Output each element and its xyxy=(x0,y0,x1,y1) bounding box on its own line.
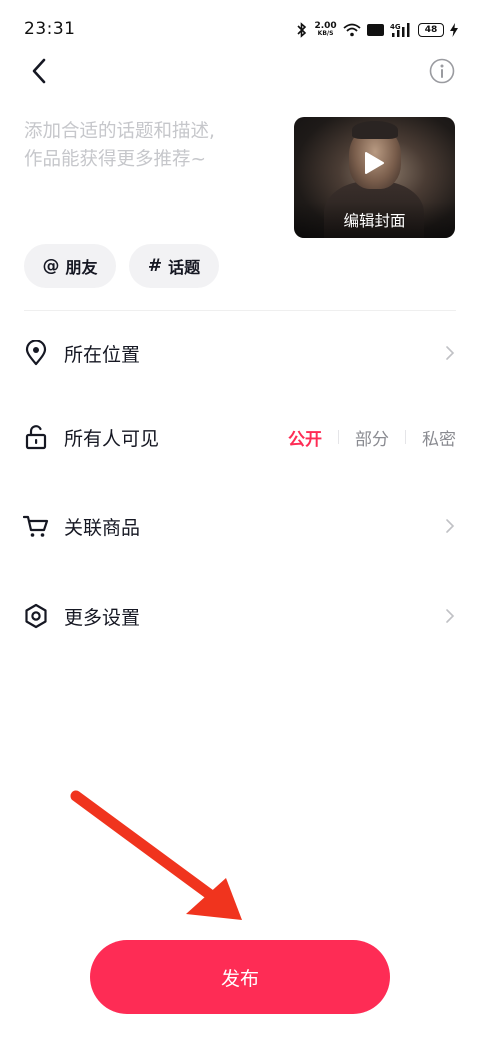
edit-cover-button[interactable]: 编辑封面 xyxy=(294,202,455,238)
bluetooth-icon xyxy=(296,22,308,38)
location-pin-icon xyxy=(23,340,49,366)
visibility-option-partial[interactable]: 部分 xyxy=(353,425,391,450)
publish-button[interactable]: 发布 xyxy=(90,940,390,1014)
location-label: 所在位置 xyxy=(64,343,141,366)
play-icon[interactable] xyxy=(361,149,387,177)
back-button[interactable] xyxy=(22,56,56,90)
more-settings-row[interactable]: 更多设置 xyxy=(0,588,480,644)
signal-icon: 4G xyxy=(390,22,412,38)
description-input[interactable] xyxy=(24,118,274,218)
unlock-icon xyxy=(23,424,49,450)
linked-products-row[interactable]: 关联商品 xyxy=(0,498,480,554)
net-speed: 2.00 KB/S xyxy=(314,22,336,38)
visibility-separator xyxy=(405,430,406,444)
linked-products-label: 关联商品 xyxy=(64,516,141,539)
visibility-options: 公开 部分 私密 xyxy=(286,425,458,450)
add-topic-chip[interactable]: # 话题 xyxy=(129,244,219,288)
status-icons: 2.00 KB/S HD 4G 48 xyxy=(296,18,458,42)
add-topic-label: 话题 xyxy=(168,258,201,277)
visibility-separator xyxy=(338,430,339,444)
cart-icon xyxy=(23,513,49,539)
mention-friends-chip[interactable]: @ 朋友 xyxy=(24,244,116,288)
info-button[interactable] xyxy=(428,58,456,88)
section-divider xyxy=(24,310,456,311)
at-icon: @ xyxy=(42,256,60,276)
hashtag-icon: # xyxy=(147,256,163,276)
annotation-arrow xyxy=(70,790,242,920)
battery-icon: 48 xyxy=(418,23,444,37)
status-time: 23:31 xyxy=(24,19,76,39)
video-cover[interactable]: 编辑封面 xyxy=(294,117,455,238)
visibility-option-public[interactable]: 公开 xyxy=(286,425,324,450)
net-speed-unit: KB/S xyxy=(317,30,334,37)
cover-image-figure-hat xyxy=(352,121,398,139)
chevron-right-icon xyxy=(444,606,456,626)
chevron-right-icon xyxy=(444,343,456,363)
hexagon-settings-icon xyxy=(23,603,49,629)
net-speed-value: 2.00 xyxy=(314,21,337,31)
wifi-icon xyxy=(343,23,361,37)
chevron-right-icon xyxy=(444,516,456,536)
info-icon xyxy=(429,58,455,88)
visibility-row: 所有人可见 公开 部分 私密 xyxy=(0,409,480,465)
location-row[interactable]: 所在位置 xyxy=(0,325,480,381)
more-settings-label: 更多设置 xyxy=(64,606,141,629)
mention-friends-label: 朋友 xyxy=(65,258,98,277)
status-bar: 23:31 2.00 KB/S HD 4G 48 xyxy=(0,0,480,58)
charging-icon xyxy=(450,23,458,37)
chevron-left-icon xyxy=(31,58,47,88)
hd-icon: HD xyxy=(366,24,384,36)
visibility-option-private[interactable]: 私密 xyxy=(420,425,458,450)
visibility-label: 所有人可见 xyxy=(64,427,160,450)
svg-text:4G: 4G xyxy=(390,23,401,31)
